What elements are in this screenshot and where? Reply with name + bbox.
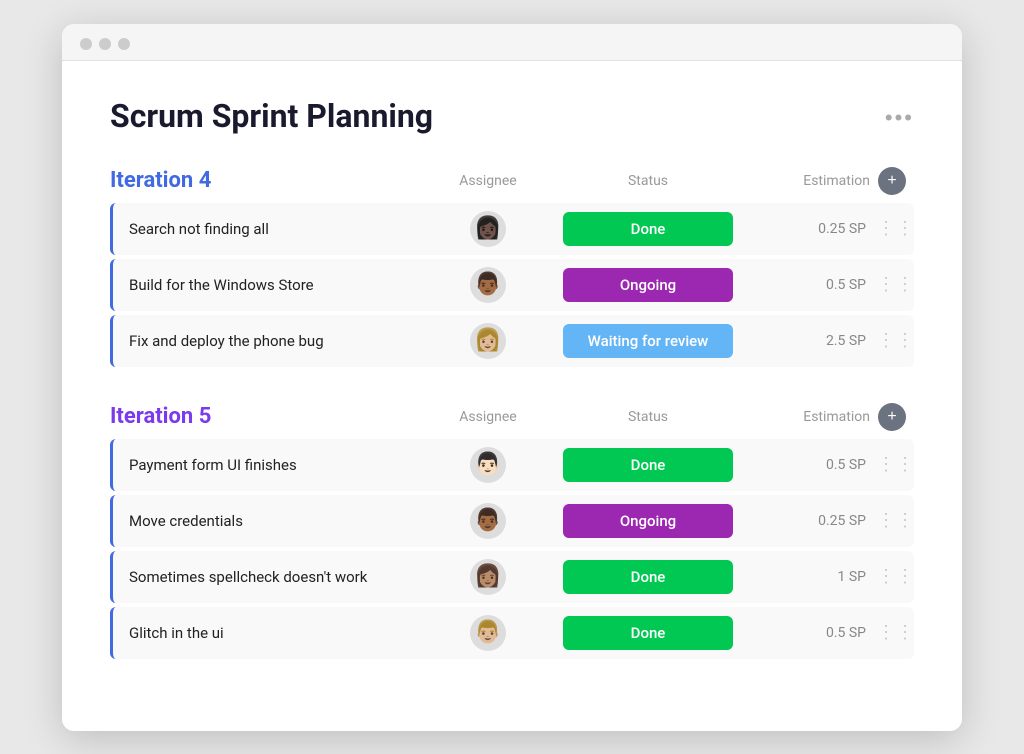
main-content: Scrum Sprint Planning ••• Iteration 4Ass… — [62, 61, 962, 731]
col-header-estimation: Estimation — [748, 173, 878, 189]
table-row[interactable]: Sometimes spellcheck doesn't work 👩🏽 Done 1… — [110, 551, 914, 603]
avatar: 👨🏾 — [470, 503, 506, 539]
drag-handle[interactable]: ⋮⋮ — [878, 622, 914, 643]
drag-dots-icon: ⋮⋮ — [877, 274, 915, 295]
status-cell: Done — [548, 616, 748, 650]
avatar: 👨🏾 — [470, 267, 506, 303]
estimation-value: 1 SP — [748, 569, 878, 585]
col-header-estimation: Estimation — [748, 409, 878, 425]
col-header-status: Status — [548, 409, 748, 425]
assignee-avatar: 👨🏼 — [428, 615, 548, 651]
drag-dots-icon: ⋮⋮ — [877, 454, 915, 475]
more-menu-button[interactable]: ••• — [885, 105, 914, 131]
title-bar — [62, 24, 962, 61]
status-cell: Waiting for review — [548, 324, 748, 358]
table-row[interactable]: Move credentials 👨🏾 Ongoing 0.25 SP⋮⋮ — [110, 495, 914, 547]
drag-handle[interactable]: ⋮⋮ — [878, 510, 914, 531]
col-header-assignee: Assignee — [428, 173, 548, 189]
dot-3 — [118, 38, 130, 50]
drag-dots-icon: ⋮⋮ — [877, 330, 915, 351]
task-name: Payment form UI finishes — [113, 442, 428, 488]
status-badge: Ongoing — [563, 268, 733, 302]
dot-1 — [80, 38, 92, 50]
iteration-section-1: Iteration 4AssigneeStatusEstimation+ Sear… — [110, 167, 914, 367]
avatar: 👩🏽 — [470, 559, 506, 595]
task-name: Search not finding all — [113, 206, 428, 252]
status-badge: Done — [563, 448, 733, 482]
task-name: Glitch in the ui — [113, 610, 428, 656]
task-name: Fix and deploy the phone bug — [113, 318, 428, 364]
iteration-header-1: Iteration 4AssigneeStatusEstimation+ — [110, 167, 914, 195]
col-header-status: Status — [548, 173, 748, 189]
table-row[interactable]: Glitch in the ui 👨🏼 Done 0.5 SP⋮⋮ — [110, 607, 914, 659]
estimation-value: 0.5 SP — [748, 277, 878, 293]
add-task-button-2[interactable]: + — [878, 403, 906, 431]
assignee-avatar: 👨🏾 — [428, 267, 548, 303]
iteration-title-2: Iteration 5 — [110, 404, 428, 429]
drag-handle[interactable]: ⋮⋮ — [878, 330, 914, 351]
avatar: 👩🏼 — [470, 323, 506, 359]
status-cell: Done — [548, 560, 748, 594]
drag-dots-icon: ⋮⋮ — [877, 218, 915, 239]
drag-handle[interactable]: ⋮⋮ — [878, 566, 914, 587]
drag-dots-icon: ⋮⋮ — [877, 566, 915, 587]
iteration-section-2: Iteration 5AssigneeStatusEstimation+ Paym… — [110, 403, 914, 659]
status-cell: Done — [548, 448, 748, 482]
app-window: Scrum Sprint Planning ••• Iteration 4Ass… — [62, 24, 962, 731]
col-header-assignee: Assignee — [428, 409, 548, 425]
status-badge: Ongoing — [563, 504, 733, 538]
drag-dots-icon: ⋮⋮ — [877, 622, 915, 643]
drag-handle[interactable]: ⋮⋮ — [878, 454, 914, 475]
table-row[interactable]: Build for the Windows Store 👨🏾 Ongoing 0.5 … — [110, 259, 914, 311]
iteration-header-2: Iteration 5AssigneeStatusEstimation+ — [110, 403, 914, 431]
add-task-button-1[interactable]: + — [878, 167, 906, 195]
avatar: 👨🏻 — [470, 447, 506, 483]
drag-handle[interactable]: ⋮⋮ — [878, 274, 914, 295]
iteration-title-1: Iteration 4 — [110, 168, 428, 193]
assignee-avatar: 👩🏽 — [428, 559, 548, 595]
assignee-avatar: 👨🏻 — [428, 447, 548, 483]
drag-dots-icon: ⋮⋮ — [877, 510, 915, 531]
task-name: Build for the Windows Store — [113, 262, 428, 308]
status-badge: Done — [563, 212, 733, 246]
dot-2 — [99, 38, 111, 50]
avatar: 👩🏿 — [470, 211, 506, 247]
task-name: Sometimes spellcheck doesn't work — [113, 554, 428, 600]
iterations-container: Iteration 4AssigneeStatusEstimation+Sear… — [110, 167, 914, 659]
assignee-avatar: 👩🏼 — [428, 323, 548, 359]
assignee-avatar: 👨🏾 — [428, 503, 548, 539]
status-badge: Done — [563, 616, 733, 650]
table-row[interactable]: Payment form UI finishes 👨🏻 Done 0.5 SP⋮⋮ — [110, 439, 914, 491]
estimation-value: 0.5 SP — [748, 625, 878, 641]
estimation-value: 0.25 SP — [748, 513, 878, 529]
estimation-value: 0.5 SP — [748, 457, 878, 473]
status-badge: Done — [563, 560, 733, 594]
avatar: 👨🏼 — [470, 615, 506, 651]
status-badge: Waiting for review — [563, 324, 733, 358]
page-header: Scrum Sprint Planning ••• — [110, 97, 914, 135]
status-cell: Ongoing — [548, 504, 748, 538]
status-cell: Ongoing — [548, 268, 748, 302]
table-row[interactable]: Fix and deploy the phone bug 👩🏼 Waiting fo… — [110, 315, 914, 367]
status-cell: Done — [548, 212, 748, 246]
assignee-avatar: 👩🏿 — [428, 211, 548, 247]
page-title: Scrum Sprint Planning — [110, 97, 433, 135]
table-row[interactable]: Search not finding all 👩🏿 Done 0.25 SP⋮⋮ — [110, 203, 914, 255]
task-name: Move credentials — [113, 498, 428, 544]
drag-handle[interactable]: ⋮⋮ — [878, 218, 914, 239]
estimation-value: 2.5 SP — [748, 333, 878, 349]
estimation-value: 0.25 SP — [748, 221, 878, 237]
